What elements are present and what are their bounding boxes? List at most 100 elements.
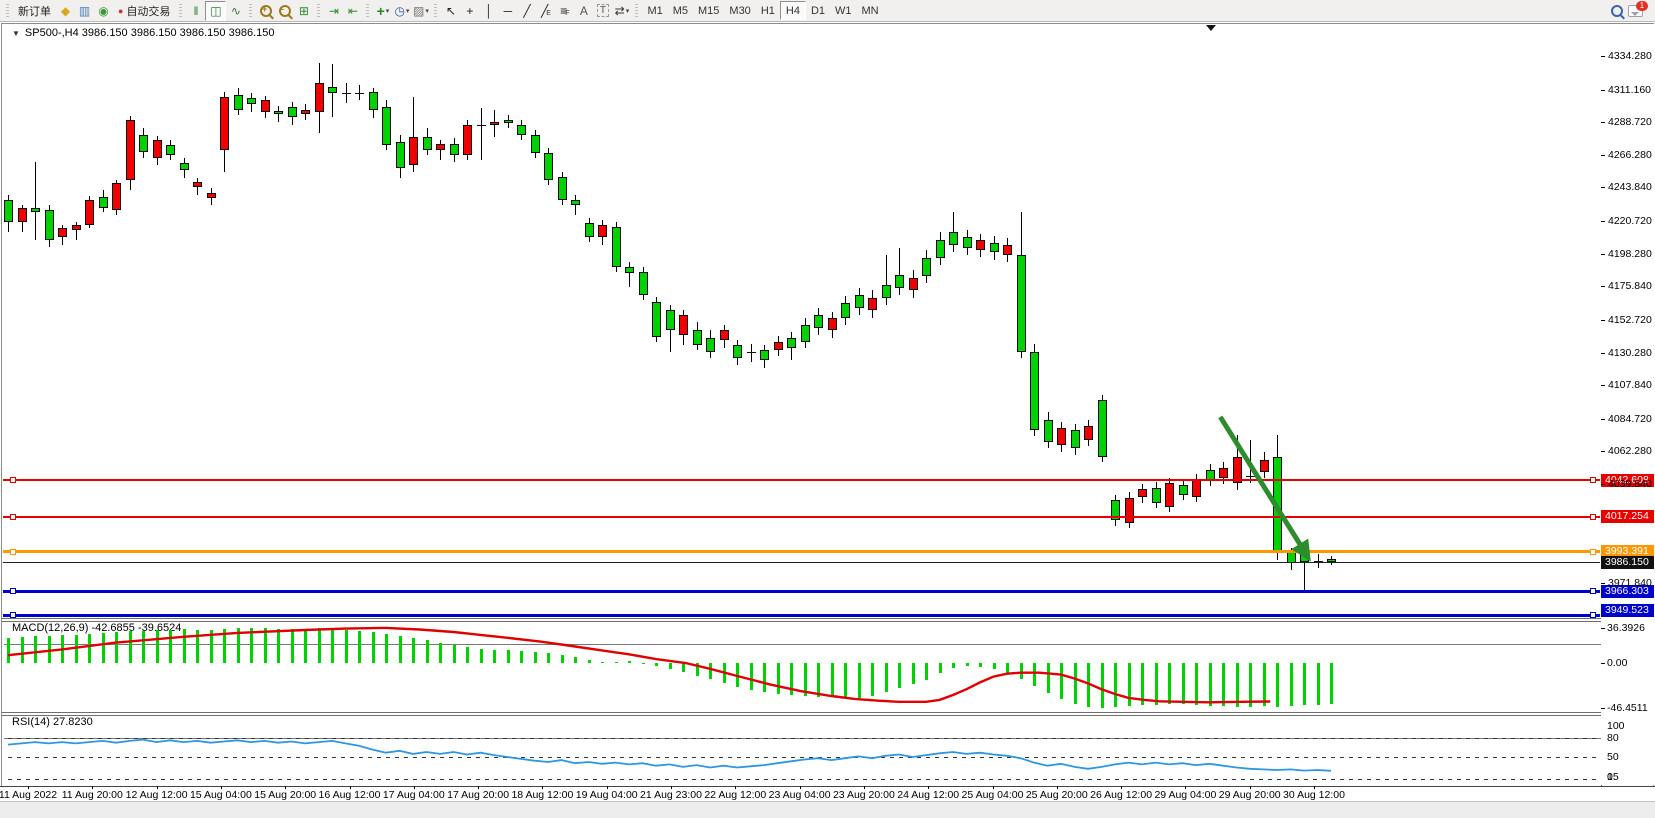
text-icon[interactable]: A xyxy=(574,2,593,20)
order-history-icon[interactable]: ◆ xyxy=(56,2,75,20)
trendline-icon[interactable]: ╱ xyxy=(517,2,536,20)
timeframe-m5[interactable]: M5 xyxy=(668,2,693,19)
auto-scroll-icon[interactable]: ⇥ xyxy=(324,2,343,20)
hline-handle[interactable] xyxy=(1590,612,1596,618)
text-label-icon[interactable]: T xyxy=(593,2,612,20)
autotrading-button-glyph: ● xyxy=(118,6,123,16)
hline-handle[interactable] xyxy=(1590,588,1596,594)
autotrading-button[interactable]: ●自动交易 xyxy=(113,2,175,20)
zoom-in-icon[interactable]: + xyxy=(256,2,275,20)
channel-icon[interactable]: ╱E xyxy=(536,2,555,20)
timeframe-w1[interactable]: W1 xyxy=(830,2,857,19)
horizontal-line-icon[interactable]: ─ xyxy=(498,2,517,20)
macd-label: MACD(12,26,9) -42.6855 -39.6524 xyxy=(12,622,181,634)
periods-icon-glyph: ◷ xyxy=(394,4,404,18)
zoom-out-icon[interactable]: - xyxy=(275,2,294,20)
chat-icon[interactable]: 1 xyxy=(1626,2,1645,20)
chart-title-text: SP500-,H4 3986.150 3986.150 3986.150 398… xyxy=(25,27,275,39)
macd-panel[interactable] xyxy=(4,644,1602,736)
panel-separator[interactable] xyxy=(2,712,1655,716)
new-order-button-label: 新订单 xyxy=(18,3,51,19)
chat-badge: 1 xyxy=(1636,1,1648,11)
hline-handle[interactable] xyxy=(10,588,16,594)
tile-windows-icon-glyph: ⊞ xyxy=(299,4,309,18)
search-icon[interactable] xyxy=(1607,2,1626,20)
time-axis[interactable] xyxy=(0,786,1655,802)
toolbar-handle xyxy=(635,4,638,18)
timeframe-m30[interactable]: M30 xyxy=(724,2,755,19)
crosshair-icon[interactable]: + xyxy=(460,2,479,20)
hline-handle[interactable] xyxy=(1590,514,1596,520)
market-watch-icon[interactable]: ▥ xyxy=(75,2,94,20)
hline-3949.523[interactable] xyxy=(3,614,1600,617)
arrows-icon[interactable]: ⇄▾ xyxy=(612,2,631,20)
bar-chart-icon-glyph: ‖ xyxy=(193,4,198,18)
chart-title-collapse-icon[interactable]: ▼ xyxy=(12,29,20,38)
arrows-icon-glyph: ⇄ xyxy=(615,4,625,18)
templates-icon-dropdown[interactable]: ▾ xyxy=(425,7,429,15)
vertical-line-icon[interactable]: │ xyxy=(479,2,498,20)
autotrading-button-label: 自动交易 xyxy=(126,3,170,19)
timeframe-m15[interactable]: M15 xyxy=(693,2,724,19)
tile-windows-icon[interactable]: ⊞ xyxy=(294,2,313,20)
add-indicator-icon[interactable]: +▾ xyxy=(373,2,392,20)
fibonacci-icon[interactable]: ≡F xyxy=(555,2,574,20)
rsi-label: RSI(14) 27.8230 xyxy=(12,716,93,728)
text-label-icon-glyph: T xyxy=(597,4,609,17)
hline-handle[interactable] xyxy=(10,549,16,555)
bar-chart-icon[interactable]: ‖ xyxy=(186,2,205,20)
main-toolbar: 新订单◆▥◉●自动交易‖◫∿+-⊞⇥⇤+▾◷▾▨▾↖+│─╱╱E≡FAT⇄▾M1… xyxy=(0,0,1655,22)
status-strip xyxy=(0,801,1655,818)
line-chart-icon[interactable]: ∿ xyxy=(226,2,245,20)
arrows-icon-dropdown[interactable]: ▾ xyxy=(626,7,630,15)
toolbar-handle xyxy=(249,4,252,18)
price-axis[interactable] xyxy=(1601,24,1655,785)
signals-icon[interactable]: ◉ xyxy=(94,2,113,20)
chart-shift-icon-glyph: ⇤ xyxy=(348,4,358,18)
hline-handle[interactable] xyxy=(10,612,16,618)
hline-3966.303[interactable] xyxy=(3,590,1600,593)
templates-icon[interactable]: ▨▾ xyxy=(411,2,430,20)
panel-separator[interactable] xyxy=(2,618,1655,622)
add-indicator-icon-glyph: + xyxy=(377,3,385,19)
timeframe-h1[interactable]: H1 xyxy=(756,2,780,19)
templates-icon-glyph: ▨ xyxy=(413,4,424,18)
candlestick-chart-icon-glyph: ◫ xyxy=(210,4,221,18)
toolbar-handle xyxy=(317,4,320,18)
timeframe-m1[interactable]: M1 xyxy=(642,2,667,19)
hline-handle[interactable] xyxy=(10,514,16,520)
hline-handle[interactable] xyxy=(10,477,16,483)
new-order-button[interactable]: 新订单 xyxy=(13,2,56,20)
timeframe-h4[interactable]: H4 xyxy=(780,1,806,20)
toolbar-handle xyxy=(6,4,9,18)
hline-4042.608[interactable] xyxy=(3,479,1600,481)
auto-scroll-icon-glyph: ⇥ xyxy=(329,4,339,18)
chart-window[interactable] xyxy=(1,23,1654,801)
hline-3993.391[interactable] xyxy=(3,550,1600,553)
signals-icon-glyph: ◉ xyxy=(98,4,108,18)
hline-handle[interactable] xyxy=(1590,549,1596,555)
order-history-icon-glyph: ◆ xyxy=(61,4,70,18)
market-watch-icon-glyph: ▥ xyxy=(79,4,90,18)
chart-shift-marker[interactable] xyxy=(1206,25,1216,31)
toolbar-handle xyxy=(179,4,182,18)
cursor-icon-glyph: ↖ xyxy=(446,4,456,18)
cursor-icon[interactable]: ↖ xyxy=(441,2,460,20)
text-icon-glyph: A xyxy=(580,4,588,18)
timeframe-mn[interactable]: MN xyxy=(857,2,884,19)
vertical-line-icon-glyph: │ xyxy=(485,4,493,18)
trendline-icon-glyph: ╱ xyxy=(523,4,530,18)
periods-icon[interactable]: ◷▾ xyxy=(392,2,411,20)
add-indicator-icon-dropdown[interactable]: ▾ xyxy=(386,7,390,15)
hline-3986.15[interactable] xyxy=(3,562,1600,563)
mt4-window: 新订单◆▥◉●自动交易‖◫∿+-⊞⇥⇤+▾◷▾▨▾↖+│─╱╱E≡FAT⇄▾M1… xyxy=(0,0,1655,818)
toolbar-handle xyxy=(434,4,437,18)
chart-shift-icon[interactable]: ⇤ xyxy=(343,2,362,20)
chart-title: ▼ SP500-,H4 3986.150 3986.150 3986.150 3… xyxy=(12,27,274,39)
periods-icon-dropdown[interactable]: ▾ xyxy=(406,7,410,15)
hline-handle[interactable] xyxy=(1590,477,1596,483)
candlestick-chart-icon[interactable]: ◫ xyxy=(205,1,226,21)
hline-4017.254[interactable] xyxy=(3,516,1600,518)
timeframe-d1[interactable]: D1 xyxy=(806,2,830,19)
crosshair-icon-glyph: + xyxy=(466,4,473,18)
